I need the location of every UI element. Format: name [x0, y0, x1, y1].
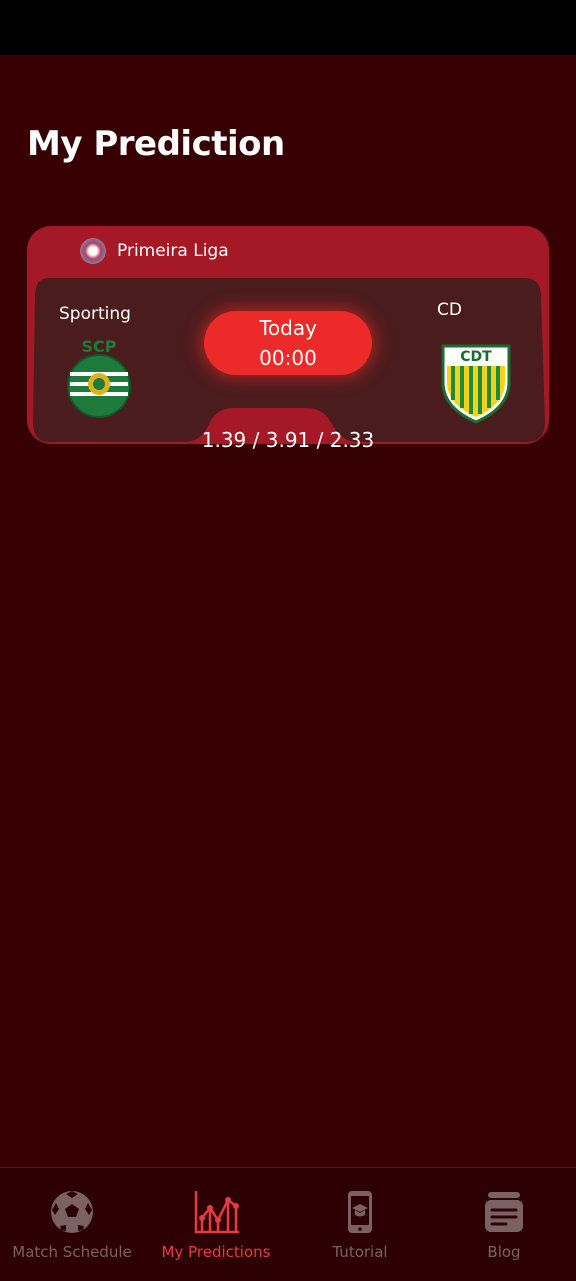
- match-card[interactable]: Primeira Liga Sporting SCP Today 00:00 C…: [27, 226, 549, 452]
- sporting-logo-icon: SCP: [67, 337, 131, 418]
- svg-text:SCP: SCP: [82, 337, 117, 356]
- nav-label-my-predictions: My Predictions: [161, 1243, 271, 1261]
- soccer-ball-icon: [51, 1191, 93, 1233]
- nav-label-blog: Blog: [487, 1243, 521, 1261]
- match-odds: 1.39 / 3.91 / 2.33: [201, 428, 375, 452]
- phone-graduation-icon: [348, 1191, 372, 1233]
- nav-label-match-schedule: Match Schedule: [12, 1243, 132, 1261]
- tondela-logo-icon: CDT: [441, 344, 511, 424]
- nav-item-my-predictions[interactable]: My Predictions: [144, 1168, 288, 1281]
- home-team-name: Sporting: [59, 304, 131, 324]
- status-bar: [0, 0, 576, 55]
- match-time-badge[interactable]: Today 00:00: [204, 311, 372, 375]
- nav-item-blog[interactable]: Blog: [432, 1168, 576, 1281]
- nav-item-match-schedule[interactable]: Match Schedule: [0, 1168, 144, 1281]
- chart-icon: [194, 1190, 240, 1234]
- nav-label-tutorial: Tutorial: [332, 1243, 388, 1261]
- away-team-name: CD: [437, 300, 462, 320]
- nav-item-tutorial[interactable]: Tutorial: [288, 1168, 432, 1281]
- match-time: 00:00: [259, 346, 317, 370]
- page-title: My Prediction: [27, 124, 285, 164]
- bottom-navigation: Match Schedule My Predictions Tutorial B…: [0, 1167, 576, 1281]
- svg-text:CDT: CDT: [460, 349, 492, 365]
- document-icon: [485, 1192, 523, 1232]
- match-day: Today: [259, 316, 317, 340]
